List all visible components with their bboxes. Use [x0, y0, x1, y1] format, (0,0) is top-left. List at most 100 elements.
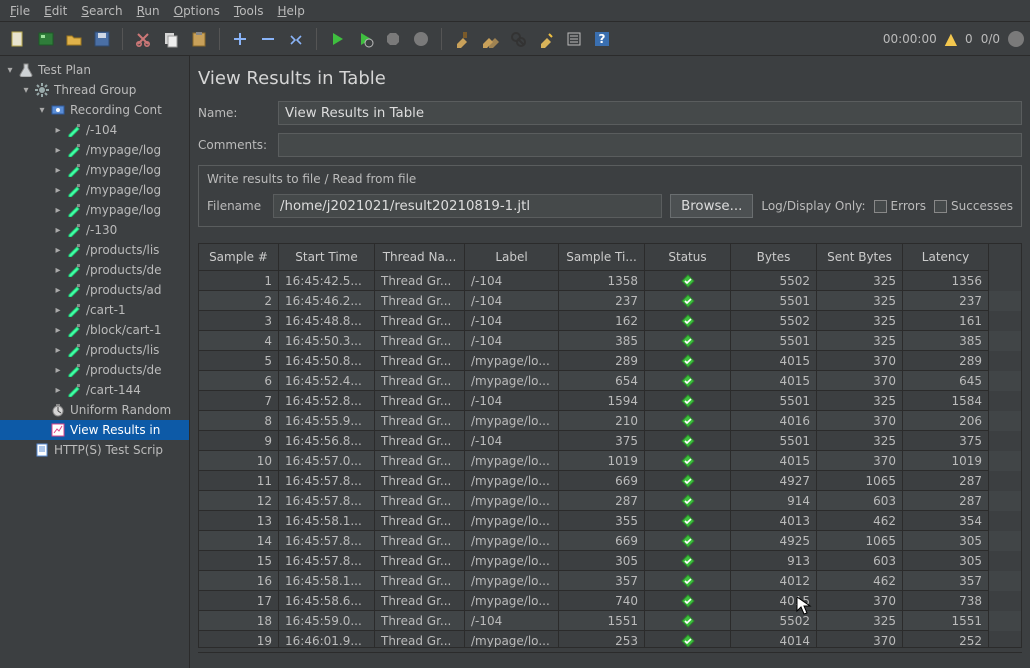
reset-search-icon[interactable]: [534, 27, 558, 51]
table-row[interactable]: 1416:45:57.8...Thread Gr.../mypage/lo...…: [199, 531, 1021, 551]
horizontal-scrollbar[interactable]: [198, 652, 1022, 664]
copy-icon[interactable]: [159, 27, 183, 51]
expand-icon[interactable]: [228, 27, 252, 51]
table-row[interactable]: 1116:45:57.8...Thread Gr.../mypage/lo...…: [199, 471, 1021, 491]
tree-node[interactable]: ▸/products/ad: [0, 280, 189, 300]
cut-icon[interactable]: [131, 27, 155, 51]
tree-node[interactable]: ▸/products/de: [0, 260, 189, 280]
menu-run[interactable]: Run: [131, 2, 166, 20]
help-icon[interactable]: ?: [590, 27, 614, 51]
table-row[interactable]: 1216:45:57.8...Thread Gr.../mypage/lo...…: [199, 491, 1021, 511]
column-header[interactable]: Sent Bytes: [817, 244, 903, 271]
tree-node[interactable]: ▸/mypage/log: [0, 200, 189, 220]
table-row[interactable]: 616:45:52.4...Thread Gr.../mypage/lo...6…: [199, 371, 1021, 391]
collapse-icon[interactable]: [256, 27, 280, 51]
successes-checkbox[interactable]: Successes: [934, 199, 1013, 213]
table-row[interactable]: 1916:46:01.9...Thread Gr.../mypage/lo...…: [199, 631, 1021, 647]
tree-twisty-icon[interactable]: ▸: [52, 305, 64, 316]
tree-node[interactable]: Uniform Random: [0, 400, 189, 420]
tree-node[interactable]: ▸/products/lis: [0, 340, 189, 360]
tree-twisty-icon[interactable]: ▸: [52, 325, 64, 336]
filename-input[interactable]: [273, 194, 662, 218]
tree-node[interactable]: ▸/mypage/log: [0, 180, 189, 200]
tree-twisty-icon[interactable]: ▸: [52, 225, 64, 236]
tree-twisty-icon[interactable]: ▸: [52, 205, 64, 216]
table-row[interactable]: 916:45:56.8...Thread Gr.../-104375550132…: [199, 431, 1021, 451]
table-row[interactable]: 1816:45:59.0...Thread Gr.../-10415515502…: [199, 611, 1021, 631]
column-header[interactable]: Start Time: [279, 244, 375, 271]
shutdown-icon[interactable]: [409, 27, 433, 51]
toggle-icon[interactable]: [284, 27, 308, 51]
menu-options[interactable]: Options: [168, 2, 226, 20]
column-header[interactable]: Thread Na...: [375, 244, 465, 271]
function-helper-icon[interactable]: [562, 27, 586, 51]
errors-checkbox[interactable]: Errors: [874, 199, 927, 213]
tree-twisty-icon[interactable]: ▸: [52, 285, 64, 296]
tree-twisty-icon[interactable]: ▾: [20, 85, 32, 96]
tree-twisty-icon[interactable]: ▸: [52, 365, 64, 376]
tree-twisty-icon[interactable]: ▸: [52, 145, 64, 156]
column-header[interactable]: Latency: [903, 244, 989, 271]
table-row[interactable]: 716:45:52.8...Thread Gr.../-104159455013…: [199, 391, 1021, 411]
tree-twisty-icon[interactable]: ▾: [4, 65, 16, 76]
tree-node[interactable]: ▸/-130: [0, 220, 189, 240]
tree-node[interactable]: ▸/block/cart-1: [0, 320, 189, 340]
results-table[interactable]: Sample #Start TimeThread Na...LabelSampl…: [198, 243, 1022, 648]
tree-twisty-icon[interactable]: ▸: [52, 385, 64, 396]
menu-file[interactable]: File: [4, 2, 36, 20]
paste-icon[interactable]: [187, 27, 211, 51]
tree-node[interactable]: ▾Recording Cont: [0, 100, 189, 120]
tree-twisty-icon[interactable]: ▸: [52, 125, 64, 136]
table-header[interactable]: Sample #Start TimeThread Na...LabelSampl…: [199, 244, 1021, 271]
comments-input[interactable]: [278, 133, 1022, 157]
tree-node[interactable]: ▸/products/lis: [0, 240, 189, 260]
tree-node[interactable]: ▸/cart-144: [0, 380, 189, 400]
clear-icon[interactable]: [450, 27, 474, 51]
tree-node[interactable]: ▸/products/de: [0, 360, 189, 380]
column-header[interactable]: Bytes: [731, 244, 817, 271]
table-row[interactable]: 816:45:55.9...Thread Gr.../mypage/lo...2…: [199, 411, 1021, 431]
tree-node[interactable]: ▸/mypage/log: [0, 140, 189, 160]
tree-twisty-icon[interactable]: ▸: [52, 245, 64, 256]
table-row[interactable]: 1316:45:58.1...Thread Gr.../mypage/lo...…: [199, 511, 1021, 531]
tree-twisty-icon[interactable]: ▸: [52, 185, 64, 196]
clear-all-icon[interactable]: [478, 27, 502, 51]
tree-twisty-icon[interactable]: ▾: [36, 105, 48, 116]
table-row[interactable]: 216:45:46.2...Thread Gr.../-104237550132…: [199, 291, 1021, 311]
table-row[interactable]: 1516:45:57.8...Thread Gr.../mypage/lo...…: [199, 551, 1021, 571]
tree-node[interactable]: ▸/-104: [0, 120, 189, 140]
test-plan-tree[interactable]: ▾Test Plan▾Thread Group▾Recording Cont▸/…: [0, 56, 190, 668]
tree-node[interactable]: HTTP(S) Test Scrip: [0, 440, 189, 460]
new-icon[interactable]: [6, 27, 30, 51]
tree-twisty-icon[interactable]: ▸: [52, 165, 64, 176]
tree-node[interactable]: ▾Test Plan: [0, 60, 189, 80]
column-header[interactable]: Label: [465, 244, 559, 271]
tree-node[interactable]: ▾Thread Group: [0, 80, 189, 100]
stop-icon[interactable]: [381, 27, 405, 51]
template-icon[interactable]: [34, 27, 58, 51]
search-icon[interactable]: [506, 27, 530, 51]
menu-help[interactable]: Help: [272, 2, 311, 20]
tree-twisty-icon[interactable]: ▸: [52, 345, 64, 356]
tree-node[interactable]: ▸/cart-1: [0, 300, 189, 320]
open-icon[interactable]: [62, 27, 86, 51]
menu-edit[interactable]: Edit: [38, 2, 73, 20]
table-row[interactable]: 416:45:50.3...Thread Gr.../-104385550132…: [199, 331, 1021, 351]
table-row[interactable]: 316:45:48.8...Thread Gr.../-104162550232…: [199, 311, 1021, 331]
table-row[interactable]: 1716:45:58.6...Thread Gr.../mypage/lo...…: [199, 591, 1021, 611]
start-no-timers-icon[interactable]: [353, 27, 377, 51]
table-row[interactable]: 1016:45:57.0...Thread Gr.../mypage/lo...…: [199, 451, 1021, 471]
menu-tools[interactable]: Tools: [228, 2, 270, 20]
start-icon[interactable]: [325, 27, 349, 51]
table-row[interactable]: 116:45:42.5...Thread Gr.../-104135855023…: [199, 271, 1021, 291]
warning-icon[interactable]: ▲: [945, 29, 957, 48]
tree-node[interactable]: ▸/mypage/log: [0, 160, 189, 180]
menu-search[interactable]: Search: [75, 2, 128, 20]
table-row[interactable]: 516:45:50.8...Thread Gr.../mypage/lo...2…: [199, 351, 1021, 371]
column-header[interactable]: Sample Ti...: [559, 244, 645, 271]
column-header[interactable]: Sample #: [199, 244, 279, 271]
tree-node[interactable]: View Results in: [0, 420, 189, 440]
table-row[interactable]: 1616:45:58.1...Thread Gr.../mypage/lo...…: [199, 571, 1021, 591]
browse-button[interactable]: Browse...: [670, 194, 753, 218]
save-icon[interactable]: [90, 27, 114, 51]
